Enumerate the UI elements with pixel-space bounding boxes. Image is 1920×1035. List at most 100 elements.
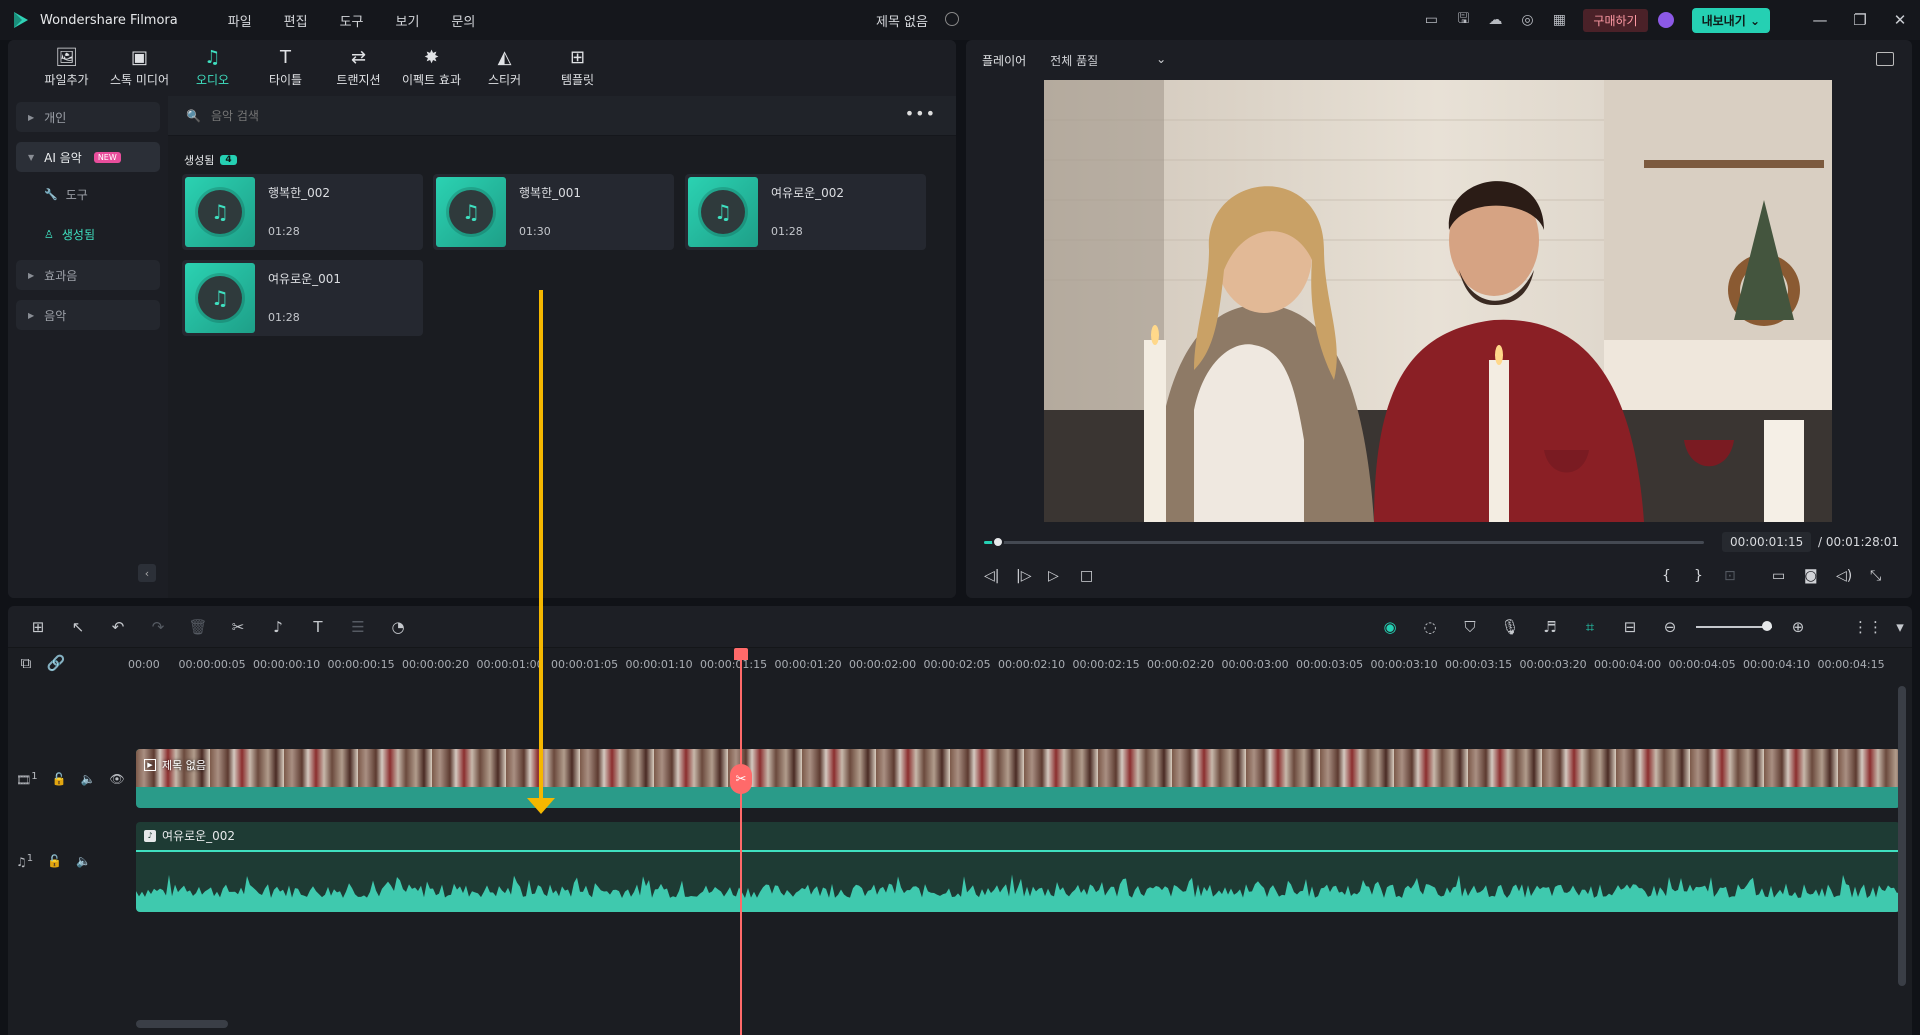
sidebar-item-sound-effects[interactable]: ▶ 효과음	[16, 260, 160, 290]
sidebar-item-tools[interactable]: 🔧 도구	[8, 174, 168, 214]
next-frame-icon[interactable]: |▷	[1016, 568, 1031, 584]
undo-icon[interactable]: ↶	[98, 618, 138, 636]
menu-tools[interactable]: 도구	[324, 11, 380, 30]
restore-icon[interactable]: ❐	[1840, 0, 1880, 40]
chevron-down-icon[interactable]: ▾	[1888, 618, 1912, 636]
add-track-icon[interactable]: ⧉	[14, 654, 38, 672]
scope-icon[interactable]	[1876, 52, 1894, 66]
menu-help[interactable]: 문의	[435, 11, 491, 30]
menu-file[interactable]: 파일	[212, 11, 268, 30]
prev-frame-icon[interactable]: ◁|	[984, 568, 999, 584]
video-track-number: 1	[31, 771, 38, 782]
split-view-icon[interactable]: ⊟	[1610, 618, 1650, 636]
headset-icon[interactable]: ◎	[1511, 0, 1543, 40]
tab-audio[interactable]: ♫ 오디오	[176, 40, 249, 96]
tab-import[interactable]: 🖼 파일추가	[30, 40, 103, 96]
zoom-handle[interactable]	[1762, 621, 1772, 631]
chevron-right-icon: ▶	[28, 112, 35, 122]
music-list-icon[interactable]: ♬	[1530, 618, 1570, 636]
close-icon[interactable]: ✕	[1880, 0, 1920, 40]
link-icon[interactable]: 🔗	[44, 654, 68, 672]
menu-view[interactable]: 보기	[380, 11, 436, 30]
mark-out-icon[interactable]: }	[1694, 568, 1703, 584]
apps-grid-icon[interactable]: ▦	[1543, 0, 1575, 40]
cloud-icon[interactable]: ☁	[1479, 0, 1511, 40]
menu-edit[interactable]: 편집	[268, 11, 324, 30]
layout-grid-icon[interactable]: ⊞	[18, 618, 58, 636]
layout-icon[interactable]: ▭	[1415, 0, 1447, 40]
shield-icon[interactable]: ⛉	[1450, 618, 1490, 636]
track-settings-icon[interactable]: ⋮⋮	[1848, 618, 1888, 636]
more-options-icon[interactable]: •••	[905, 104, 936, 123]
adjust-icon[interactable]: ☰	[338, 618, 378, 636]
user-icon: ♙	[44, 227, 54, 241]
progress-handle[interactable]	[992, 536, 1004, 548]
audio-clip[interactable]: ♪ 여유로운_002	[136, 822, 1900, 912]
zoom-out-icon[interactable]: ⊖	[1650, 618, 1690, 636]
snap-icon[interactable]: ⌗	[1570, 618, 1610, 636]
tab-templates[interactable]: ⊞ 템플릿	[541, 40, 614, 96]
vertical-scrollbar[interactable]	[1898, 686, 1906, 986]
audio-card[interactable]: ♫ 행복한_002 01:28	[182, 174, 423, 250]
search-input[interactable]	[210, 108, 811, 123]
quality-dropdown[interactable]: 전체 품질 ⌄	[1050, 52, 1166, 69]
fullscreen-icon[interactable]: ⤡	[1870, 568, 1881, 584]
volume-icon[interactable]: ◁)	[1836, 568, 1852, 584]
play-icon[interactable]: ▷	[1048, 568, 1059, 584]
sidebar-item-personal[interactable]: ▶ 개인	[16, 102, 160, 132]
lock-icon[interactable]: 🔓	[47, 854, 62, 868]
progress-track[interactable]	[984, 541, 1704, 544]
export-button[interactable]: 내보내기 ⌄	[1691, 7, 1770, 33]
audio-card[interactable]: ♫ 여유로운_002 01:28	[685, 174, 926, 250]
render-icon[interactable]: ◉	[1370, 618, 1410, 636]
select-tool-icon[interactable]: ↖	[58, 618, 98, 636]
playhead-line[interactable]	[740, 648, 742, 1035]
mute-icon[interactable]: 🔈	[76, 854, 91, 868]
tab-stock-media[interactable]: ▣ 스톡 미디어	[103, 40, 176, 96]
tab-stickers[interactable]: ◭ 스티커	[468, 40, 541, 96]
buy-button[interactable]: 구매하기	[1583, 8, 1648, 32]
timeline-ruler[interactable]: 00:00 00:00:00:05 00:00:00:10 00:00:00:15 00…	[128, 648, 1912, 682]
stop-icon[interactable]: □	[1080, 568, 1093, 584]
zoom-in-icon[interactable]: ⊕	[1778, 618, 1818, 636]
tab-effects[interactable]: ✸ 이펙트 효과	[395, 40, 468, 96]
cut-icon[interactable]: ✂	[218, 618, 258, 636]
snapshot-icon[interactable]: ◙	[1804, 568, 1818, 584]
ai-tool-icon[interactable]: ◌	[1410, 618, 1450, 636]
display-icon[interactable]: ▭	[1772, 568, 1785, 584]
save-icon[interactable]: 🖫	[1447, 0, 1479, 40]
zoom-slider[interactable]	[1696, 621, 1772, 631]
text-tool-icon[interactable]: T	[298, 618, 338, 636]
split-scissor-icon[interactable]: ✂	[730, 764, 752, 794]
app-name: Wondershare Filmora	[40, 12, 178, 28]
clip-marker-icon[interactable]: ⊡	[1724, 568, 1736, 584]
sidebar-item-generated[interactable]: ♙ 생성됨	[8, 214, 168, 254]
redo-icon[interactable]: ↷	[138, 618, 178, 636]
collapse-sidebar-icon[interactable]: ‹	[138, 564, 156, 582]
sidebar-item-music[interactable]: ▶ 음악	[16, 300, 160, 330]
speed-icon[interactable]: ◔	[378, 618, 418, 636]
audio-duration: 01:28	[268, 225, 300, 238]
eye-icon[interactable]: 👁	[110, 772, 125, 786]
current-time[interactable]: 00:00:01:15	[1722, 532, 1812, 552]
ruler-tick-label: 00:00:01:00	[476, 658, 544, 671]
audio-card[interactable]: ♫ 행복한_001 01:30	[433, 174, 674, 250]
user-avatar[interactable]	[1657, 12, 1674, 28]
mark-in-icon[interactable]: {	[1662, 568, 1671, 584]
video-preview[interactable]	[1044, 80, 1832, 522]
tab-titles[interactable]: T 타이틀	[249, 40, 322, 96]
playhead-handle[interactable]	[734, 648, 748, 660]
audio-card[interactable]: ♫ 여유로운_001 01:28	[182, 260, 423, 336]
video-clip-label: ▶ 제목 없음	[144, 757, 206, 773]
minimize-icon[interactable]: —	[1800, 0, 1840, 40]
sidebar-item-ai-music[interactable]: ▼ AI 음악 NEW	[16, 142, 160, 172]
lock-icon[interactable]: 🔓	[52, 772, 67, 786]
horizontal-scrollbar[interactable]	[136, 1020, 228, 1028]
audio-edit-icon[interactable]: ♪	[258, 618, 298, 636]
video-clip[interactable]: ▶ 제목 없음	[136, 749, 1900, 808]
music-disc-icon: ♫	[198, 276, 242, 320]
mute-icon[interactable]: 🔈	[81, 772, 96, 786]
tab-transitions[interactable]: ⇄ 트랜지션	[322, 40, 395, 96]
microphone-icon[interactable]: 🎙	[1490, 618, 1530, 636]
delete-icon[interactable]: 🗑	[178, 618, 218, 636]
